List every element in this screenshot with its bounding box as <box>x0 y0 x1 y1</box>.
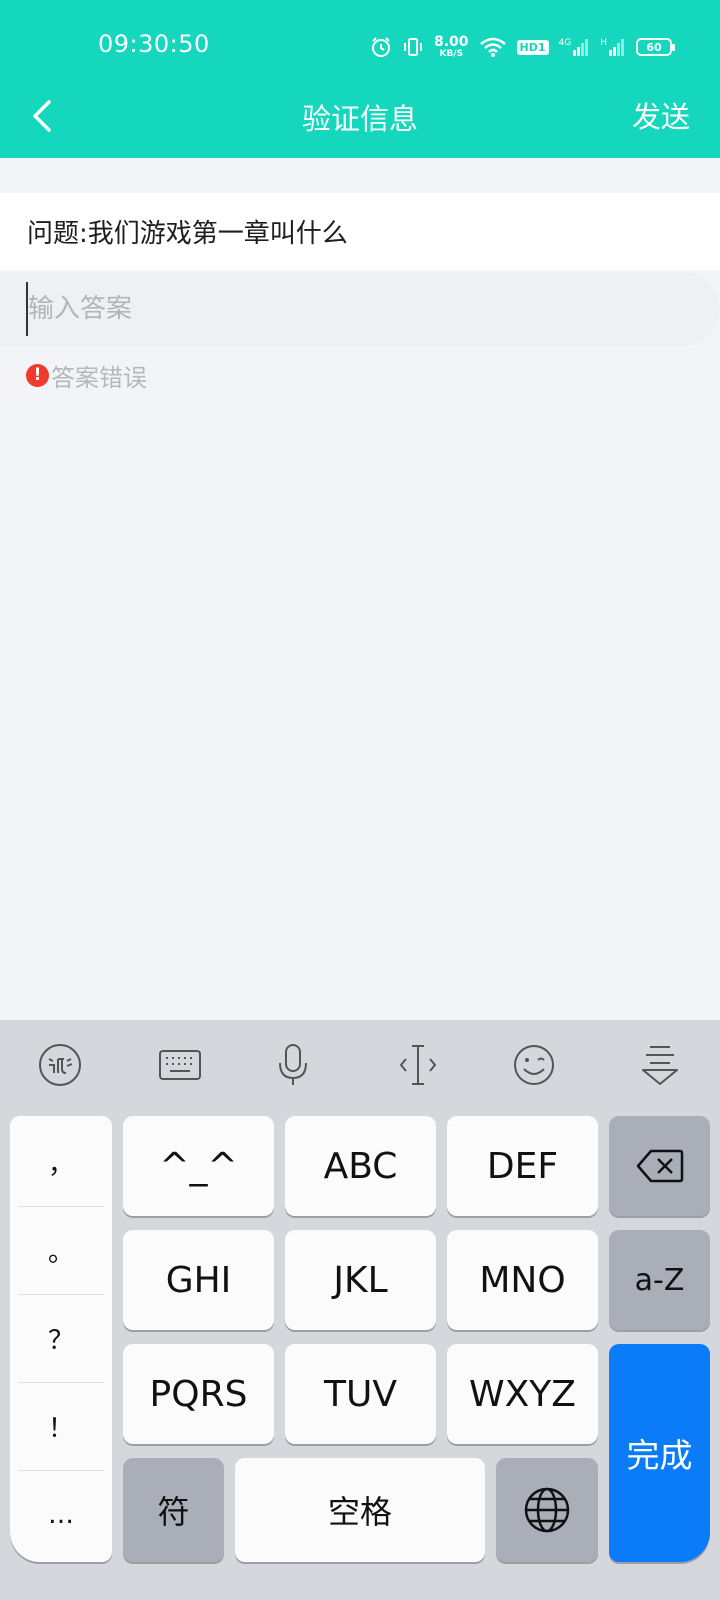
xunfei-logo-icon[interactable] <box>35 1040 85 1090</box>
signal-h-icon: H <box>600 38 626 56</box>
signal-4g-icon: 4G <box>559 38 591 56</box>
punct-question[interactable]: ？ <box>18 1294 104 1382</box>
key-ghi[interactable]: GHI <box>123 1230 274 1330</box>
globe-icon <box>524 1487 570 1533</box>
error-icon: ! <box>26 363 49 387</box>
punct-comma[interactable]: ， <box>18 1118 104 1206</box>
key-mno[interactable]: MNO <box>447 1230 598 1330</box>
collapse-keyboard-icon[interactable] <box>635 1040 685 1090</box>
keyboard-icon[interactable] <box>155 1040 205 1090</box>
key-tuv[interactable]: TUV <box>285 1344 436 1444</box>
send-button[interactable]: 发送 <box>632 94 690 136</box>
page-title: 验证信息 <box>301 102 418 136</box>
answer-field <box>0 272 720 346</box>
network-4g-label: 4G <box>558 38 572 48</box>
language-key[interactable] <box>496 1458 598 1562</box>
punct-ellipsis[interactable]: … <box>18 1470 104 1558</box>
hd-badge: HD1 <box>516 39 549 55</box>
key-emoticon[interactable]: ^_^ <box>123 1116 274 1216</box>
net-speed: 8.00 KB/S <box>434 35 469 59</box>
space-key[interactable]: 空格 <box>235 1458 485 1562</box>
symbols-key[interactable]: 符 <box>123 1458 224 1562</box>
network-h-label: H <box>600 38 608 48</box>
key-jkl[interactable]: JKL <box>285 1230 436 1330</box>
backspace-key[interactable] <box>609 1116 710 1216</box>
status-bar: 09:30:50 8.00 KB/S HD1 4G H 60 <box>0 0 720 90</box>
status-icons: 8.00 KB/S HD1 4G H 60 <box>370 32 676 62</box>
net-speed-value: 8.00 <box>434 34 469 50</box>
alarm-icon <box>370 36 392 58</box>
key-def[interactable]: DEF <box>447 1116 598 1216</box>
emoji-icon[interactable] <box>509 1040 559 1090</box>
soft-keyboard: ， 。 ？ ！ … ^_^ ABC DEF GHI JKL MNO a-Z PQ… <box>0 1020 720 1600</box>
app-header: 09:30:50 8.00 KB/S HD1 4G H 60 验证信息 发送 <box>0 0 720 158</box>
vibrate-icon <box>402 36 424 58</box>
key-wxyz[interactable]: WXYZ <box>447 1344 598 1444</box>
punctuation-column: ， 。 ？ ！ … <box>10 1116 112 1562</box>
answer-input[interactable] <box>26 282 686 336</box>
status-time: 09:30:50 <box>98 30 210 58</box>
error-text: 答案错误 <box>51 363 147 392</box>
key-abc[interactable]: ABC <box>285 1116 436 1216</box>
cursor-move-icon[interactable] <box>393 1040 443 1090</box>
punct-period[interactable]: 。 <box>18 1206 104 1294</box>
net-speed-unit: KB/S <box>439 49 464 59</box>
key-az-switch[interactable]: a-Z <box>609 1230 710 1330</box>
keyboard-toolbar <box>0 1020 720 1108</box>
error-message: ! 答案错误 <box>26 362 147 392</box>
punct-exclaim[interactable]: ！ <box>18 1382 104 1470</box>
wifi-icon <box>479 36 507 58</box>
microphone-icon[interactable] <box>268 1040 318 1090</box>
done-key[interactable]: 完成 <box>609 1344 710 1562</box>
key-pqrs[interactable]: PQRS <box>123 1344 274 1444</box>
backspace-icon <box>636 1149 683 1183</box>
nav-bar: 验证信息 发送 <box>0 90 720 158</box>
battery-icon: 60 <box>636 38 676 56</box>
question-text: 问题:我们游戏第一章叫什么 <box>0 193 720 270</box>
